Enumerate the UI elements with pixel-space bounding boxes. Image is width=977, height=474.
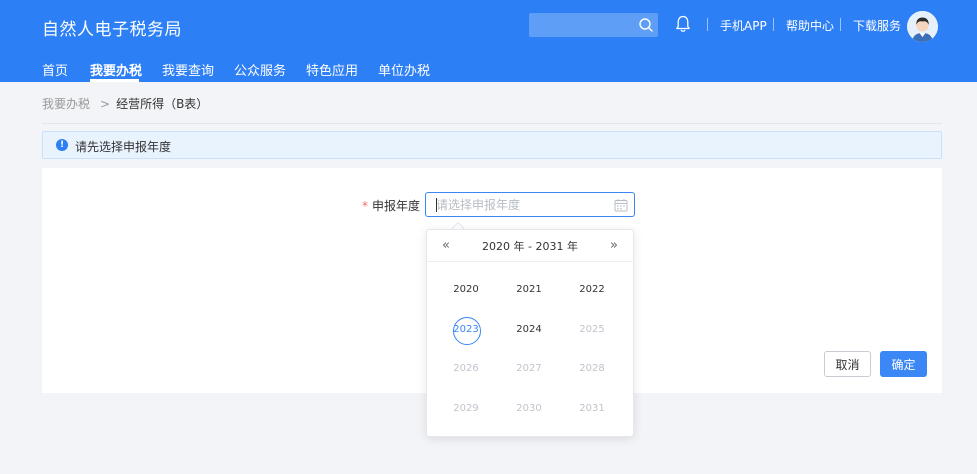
year-cell-2021[interactable]: 2021 [509, 280, 549, 300]
year-input[interactable] [426, 193, 634, 216]
breadcrumb-current: 经营所得（B表） [116, 97, 209, 111]
cancel-button[interactable]: 取消 [824, 351, 871, 377]
top-header: 自然人电子税务局 手机APP 帮助中心 下载服务 首页 我要办税 我要查询 公众… [0, 0, 977, 82]
alert-message: 请先选择申报年度 [75, 140, 172, 154]
info-icon: ! [56, 139, 68, 151]
year-cell-2030: 2030 [516, 403, 542, 414]
app-title: 自然人电子税务局 [42, 20, 182, 40]
year-cell-2029: 2029 [453, 403, 479, 414]
decade-range-label: 2020 年 - 2031 年 [482, 240, 578, 253]
bell-icon[interactable] [674, 14, 692, 34]
year-cell-2031: 2031 [579, 403, 605, 414]
nav-unit-tax[interactable]: 单位办税 [378, 60, 430, 79]
nav-special-apps[interactable]: 特色应用 [306, 60, 358, 79]
nav-active-indicator [90, 79, 139, 82]
year-field-label: * 申报年度 [362, 197, 420, 214]
year-cell-2020[interactable]: 2020 [446, 280, 486, 300]
help-center-link[interactable]: 帮助中心 [786, 17, 834, 34]
year-picker-popover: « 2020 年 - 2031 年 » 2020 2021 2022 2023 2024… [426, 229, 634, 437]
year-cell-2028: 2028 [579, 363, 605, 374]
picker-header: « 2020 年 - 2031 年 » [427, 230, 633, 262]
breadcrumb-parent[interactable]: 我要办税 [42, 97, 90, 111]
header-separator [707, 18, 708, 31]
year-cell-2023[interactable]: 2023 [446, 317, 486, 345]
breadcrumb: 我要办税 > 经营所得（B表） [42, 95, 208, 112]
header-separator [840, 18, 841, 31]
year-label-text: 申报年度 [372, 199, 421, 213]
search-box[interactable] [529, 13, 658, 37]
calendar-icon[interactable] [614, 198, 628, 212]
breadcrumb-separator: > [100, 97, 111, 111]
confirm-button[interactable]: 确定 [880, 351, 927, 377]
year-select[interactable] [425, 192, 635, 217]
avatar-icon [907, 11, 938, 42]
nav-query[interactable]: 我要查询 [162, 60, 214, 79]
download-service-link[interactable]: 下载服务 [853, 17, 901, 34]
year-cell-2024[interactable]: 2024 [509, 320, 549, 340]
year-cell-2026: 2026 [453, 363, 479, 374]
user-avatar[interactable] [907, 11, 938, 42]
nav-public-service[interactable]: 公众服务 [234, 60, 286, 79]
next-decade-button[interactable]: » [606, 238, 622, 254]
year-cell-2027: 2027 [516, 363, 542, 374]
header-separator [773, 18, 774, 31]
text-caret [436, 198, 437, 212]
mobile-app-link[interactable]: 手机APP [720, 17, 767, 34]
year-cell-2025: 2025 [579, 324, 605, 335]
required-mark: * [362, 199, 368, 213]
breadcrumb-divider [42, 123, 942, 124]
nav-home[interactable]: 首页 [42, 60, 68, 79]
search-icon[interactable] [638, 17, 654, 33]
nav-tax-service[interactable]: 我要办税 [90, 60, 142, 79]
info-alert: ! 请先选择申报年度 [42, 131, 942, 159]
year-cell-2022[interactable]: 2022 [572, 280, 612, 300]
